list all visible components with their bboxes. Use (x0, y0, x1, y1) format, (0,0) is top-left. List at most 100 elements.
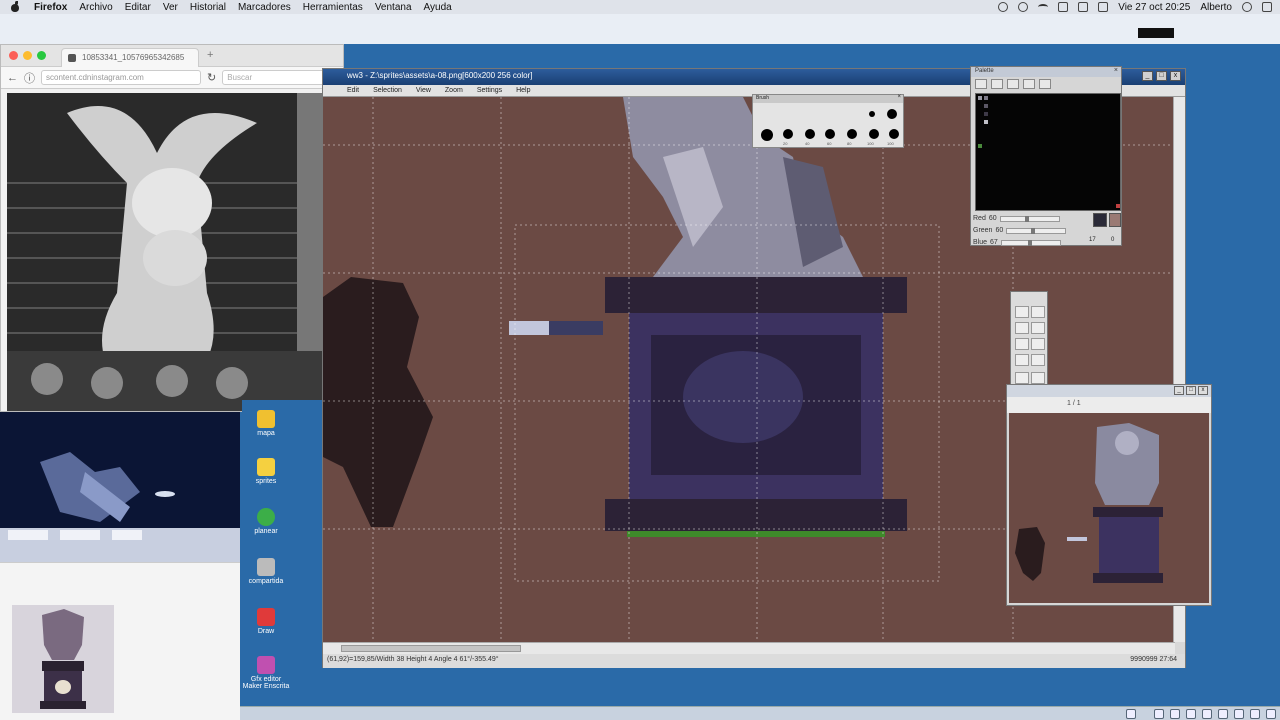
green-slider[interactable] (1006, 227, 1067, 234)
menu-help[interactable]: Help (516, 87, 530, 94)
palette-color-grid[interactable] (975, 93, 1121, 211)
desktop-icon-mapa[interactable]: mapa (242, 410, 290, 437)
menu-app-firefox[interactable]: Firefox (34, 2, 67, 13)
minimize-button[interactable]: _ (1174, 386, 1184, 395)
brush-size-option[interactable] (805, 129, 815, 139)
palette-swatch[interactable] (1116, 204, 1120, 208)
taskbar-icon[interactable] (1126, 709, 1136, 719)
taskbar-icon[interactable] (1186, 709, 1196, 719)
palette-menu-icon[interactable] (1039, 79, 1051, 89)
menu-selection[interactable]: Selection (373, 87, 402, 94)
polygon-tool-icon[interactable] (1031, 354, 1045, 366)
close-window-button[interactable] (9, 51, 18, 60)
menu-settings[interactable]: Settings (477, 87, 502, 94)
minimize-window-button[interactable] (23, 51, 32, 60)
desktop-icon-planear[interactable]: planear (242, 508, 290, 535)
brush-size-option[interactable] (761, 129, 773, 141)
firefox-titlebar[interactable]: 10853341_10576965342685 + (1, 45, 343, 67)
menu-view[interactable]: View (416, 87, 431, 94)
browser-tab[interactable]: 10853341_10576965342685 (61, 48, 199, 67)
palette-swatch[interactable] (978, 144, 982, 148)
desktop-icon-draw[interactable]: Draw (242, 608, 290, 635)
close-button[interactable]: x (1198, 386, 1208, 395)
taskbar-icon[interactable] (1202, 709, 1212, 719)
menu-item-archivo[interactable]: Archivo (79, 2, 112, 13)
brush-size-option[interactable] (887, 109, 897, 119)
fill-tool-icon[interactable] (1015, 338, 1029, 350)
rect-tool-icon[interactable] (1015, 322, 1029, 334)
volume-icon[interactable] (1078, 2, 1089, 12)
palette-swatch[interactable] (984, 120, 988, 124)
line-tool-icon[interactable] (1031, 306, 1045, 318)
gargoyle-sprite-thumbnail[interactable] (12, 605, 114, 713)
brush-panel-titlebar[interactable]: Brush × (753, 94, 903, 103)
display-icon[interactable] (1058, 2, 1069, 12)
horizontal-scroll-thumb[interactable] (341, 645, 521, 652)
circle-tool-icon[interactable] (1031, 322, 1045, 334)
zoom-window-button[interactable] (37, 51, 46, 60)
palette-swatch[interactable] (984, 112, 988, 116)
palette-tool-button[interactable] (975, 79, 987, 89)
sync-icon[interactable] (1018, 2, 1029, 12)
menu-item-ver[interactable]: Ver (163, 2, 178, 13)
back-arrow-icon[interactable]: ← (7, 72, 18, 84)
brush-size-option[interactable] (889, 129, 899, 139)
palette-swatch[interactable] (978, 96, 982, 100)
brush-size-option[interactable] (783, 129, 793, 139)
menu-zoom[interactable]: Zoom (445, 87, 463, 94)
lasso-tool-icon[interactable] (1031, 372, 1045, 384)
palette-tool-button[interactable] (1007, 79, 1019, 89)
palette-swatch[interactable] (984, 96, 988, 100)
palette-tool-button[interactable] (991, 79, 1003, 89)
spray-tool-icon[interactable] (1031, 338, 1045, 350)
blue-slider[interactable] (1000, 239, 1061, 246)
desktop-icon-sprites[interactable]: sprites (242, 458, 290, 485)
desktop-icon-compartida[interactable]: compartida (242, 558, 290, 585)
palette-titlebar[interactable]: Palette × (971, 67, 1121, 77)
close-button[interactable]: x (1170, 71, 1181, 81)
battery-icon[interactable] (1098, 2, 1109, 12)
brush-size-option[interactable] (847, 129, 857, 139)
close-icon[interactable]: × (1114, 67, 1118, 74)
taskbar-icon[interactable] (1266, 709, 1276, 719)
background-color-swatch[interactable] (1109, 213, 1121, 227)
spotlight-icon[interactable] (1242, 2, 1252, 12)
palette-swatch[interactable] (984, 104, 988, 108)
taskbar-icon[interactable] (1218, 709, 1228, 719)
brush-size-option[interactable] (869, 129, 879, 139)
taskbar-icon[interactable] (1170, 709, 1180, 719)
wifi-icon[interactable] (1038, 4, 1049, 10)
menu-item-ayuda[interactable]: Ayuda (424, 2, 452, 13)
search-input[interactable]: Buscar (222, 70, 333, 85)
clock[interactable]: Vie 27 oct 20:25 (1118, 2, 1190, 13)
menu-item-marcadores[interactable]: Marcadores (238, 2, 291, 13)
taskbar-icon[interactable] (1154, 709, 1164, 719)
taskbar-icon[interactable] (1250, 709, 1260, 719)
record-icon[interactable] (998, 2, 1009, 12)
horizontal-scrollbar[interactable] (323, 642, 1175, 654)
menu-item-historial[interactable]: Historial (190, 2, 226, 13)
user-name[interactable]: Alberto (1200, 2, 1232, 13)
brush-size-option[interactable] (825, 129, 835, 139)
preview-titlebar[interactable]: _ □ x (1007, 385, 1211, 397)
close-icon[interactable]: × (897, 94, 901, 100)
notification-center-icon[interactable] (1262, 2, 1272, 12)
pencil-tool-icon[interactable] (1015, 306, 1029, 318)
maximize-button[interactable]: □ (1186, 386, 1196, 395)
info-icon[interactable]: ⓘ (24, 70, 35, 86)
menu-item-editar[interactable]: Editar (125, 2, 151, 13)
curve-tool-icon[interactable] (1015, 354, 1029, 366)
selection-tool-icon[interactable] (1015, 372, 1029, 384)
menu-item-ventana[interactable]: Ventana (375, 2, 412, 13)
maximize-button[interactable]: □ (1156, 71, 1167, 81)
minimize-button[interactable]: _ (1142, 71, 1153, 81)
reload-icon[interactable]: ↻ (207, 71, 216, 84)
url-bar[interactable]: scontent.cdninstagram.com (41, 70, 201, 85)
brush-size-option[interactable] (869, 111, 875, 117)
foreground-color-swatch[interactable] (1093, 213, 1107, 227)
taskbar-icon[interactable] (1234, 709, 1244, 719)
menu-edit[interactable]: Edit (347, 87, 359, 94)
palette-tool-button[interactable] (1023, 79, 1035, 89)
menu-item-herramientas[interactable]: Herramientas (303, 2, 363, 13)
new-tab-button[interactable]: + (207, 49, 213, 61)
